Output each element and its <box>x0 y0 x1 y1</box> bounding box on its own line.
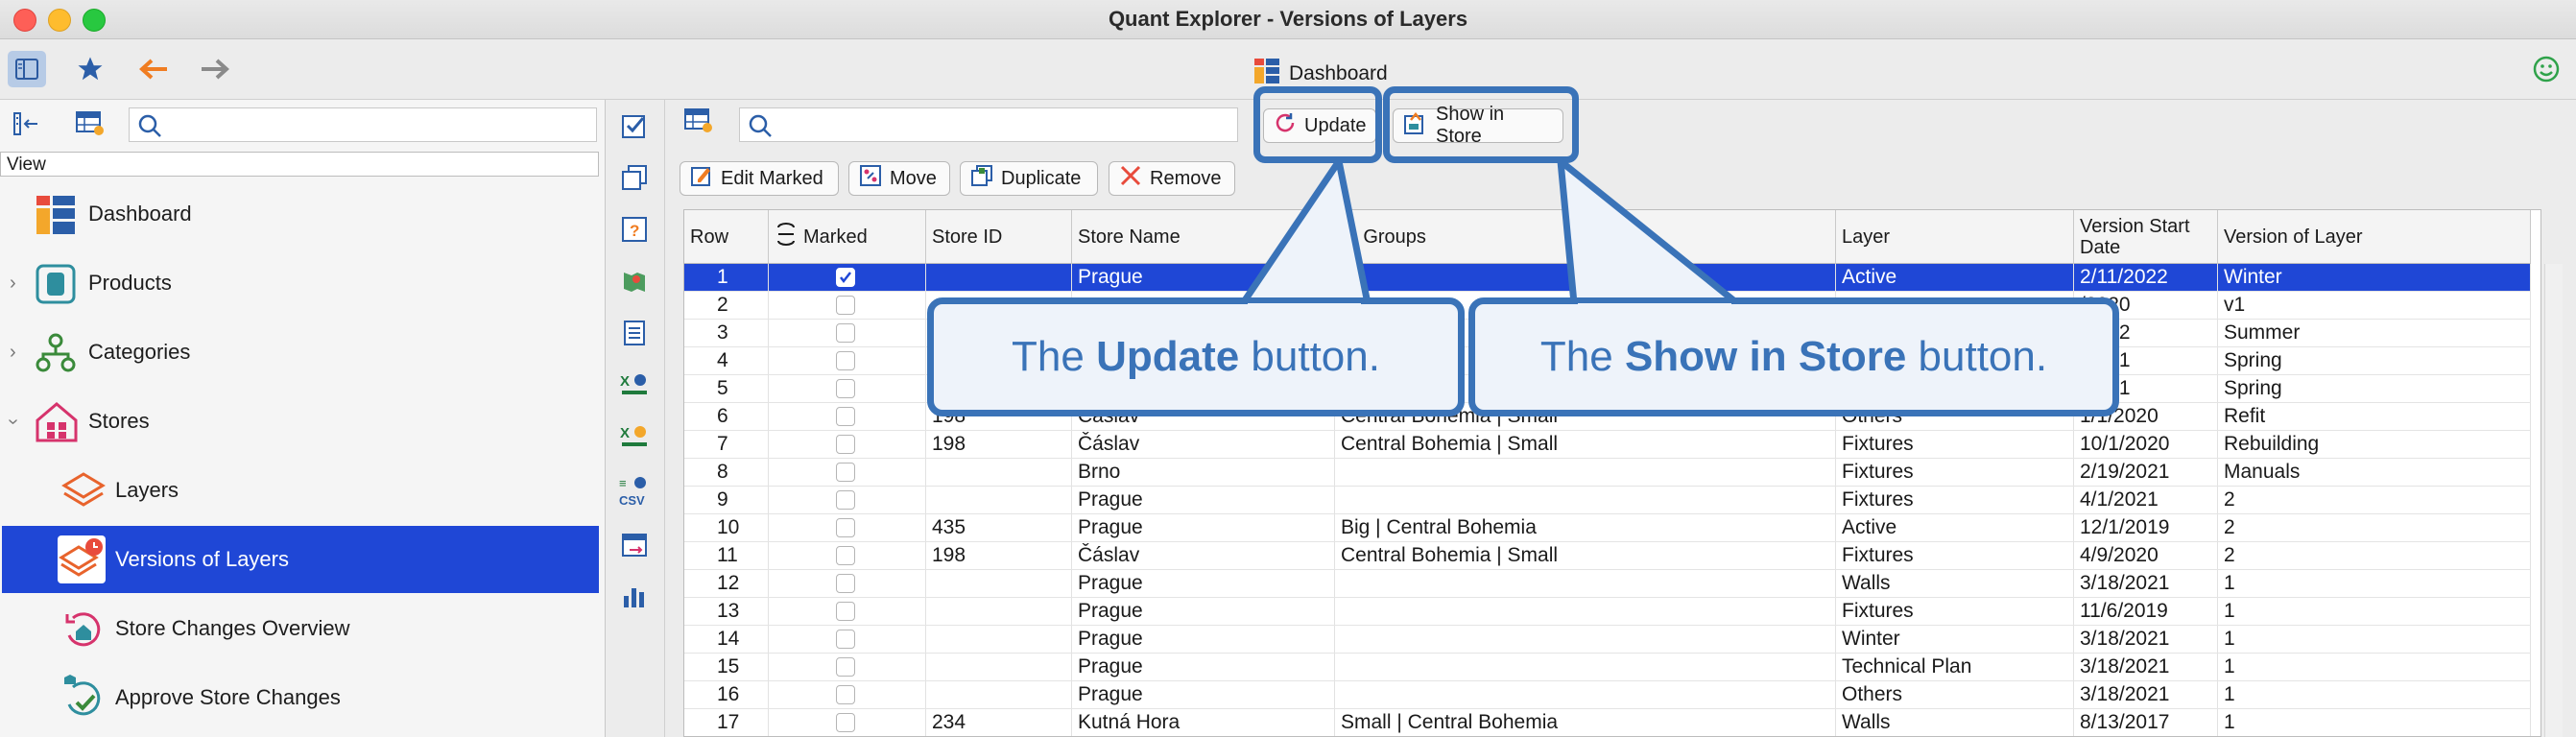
callout-text-post: button. <box>1906 333 2048 380</box>
show-in-store-callout-pointer <box>1557 157 1741 307</box>
callout-text-pre: The <box>1012 333 1097 380</box>
callout-seam <box>1578 303 1731 311</box>
callout-seam <box>1248 303 1361 311</box>
callout-text-post: button. <box>1239 333 1380 380</box>
update-callout: The Update button. <box>927 297 1465 416</box>
update-callout-pointer <box>1239 157 1371 307</box>
callout-text-bold: Show in Store <box>1624 333 1907 380</box>
callout-text-bold: Update <box>1096 333 1240 380</box>
callout-text-pre: The <box>1539 333 1625 380</box>
show-in-store-callout: The Show in Store button. <box>1468 297 2119 416</box>
